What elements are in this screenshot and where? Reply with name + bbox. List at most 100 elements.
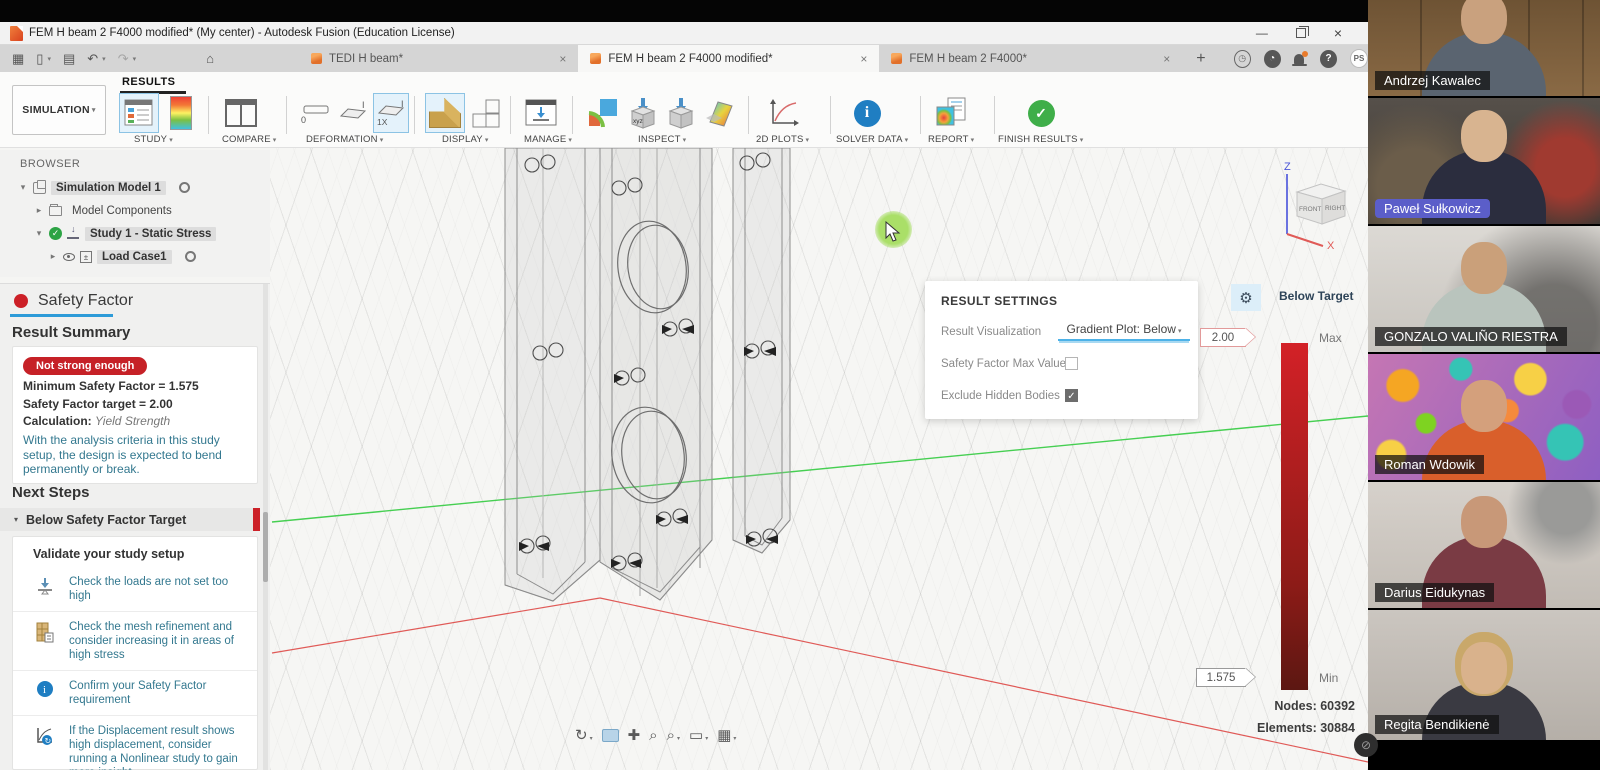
help-icon[interactable]: ? bbox=[1320, 50, 1337, 68]
next-steps-group-row[interactable]: ▾ Below Safety Factor Target bbox=[0, 508, 260, 531]
solver-data-icon[interactable]: i bbox=[848, 94, 886, 132]
inspect-label[interactable]: INSPECT bbox=[638, 134, 686, 145]
participant-tile[interactable]: Regita Bendikienė bbox=[1368, 610, 1600, 740]
inspect-probe-xyz-icon[interactable]: xyz bbox=[626, 94, 660, 132]
chevron-right-icon[interactable]: ▸ bbox=[48, 251, 58, 262]
app-grid-icon[interactable]: ▦ bbox=[12, 51, 24, 67]
step-check-mesh[interactable]: Check the mesh refinement and consider i… bbox=[13, 612, 257, 671]
legend-min-flag[interactable]: 1.575 bbox=[1196, 668, 1246, 687]
job-status-icon[interactable]: ◷ bbox=[1234, 50, 1251, 68]
browser-title: BROWSER bbox=[0, 150, 270, 176]
tree-simulation-model[interactable]: ▾ Simulation Model 1 bbox=[0, 176, 270, 199]
deformation-scale-icon[interactable]: I1X bbox=[374, 94, 408, 132]
redo-icon[interactable]: ↷ bbox=[118, 51, 136, 67]
notification-bell-icon[interactable] bbox=[1294, 54, 1304, 64]
participant-tile[interactable]: Darius Eidukynas bbox=[1368, 482, 1600, 608]
display-bodies-icon[interactable] bbox=[468, 94, 506, 132]
step-nonlinear-study[interactable]: ↻ If the Displacement result shows high … bbox=[13, 716, 257, 770]
display-settings-icon[interactable]: ▭ bbox=[689, 726, 708, 744]
ribbon-tab-results[interactable]: RESULTS bbox=[122, 76, 175, 88]
tab-tedi-h-beam[interactable]: TEDI H beam* × bbox=[299, 45, 578, 72]
viewport-canvas[interactable]: Z X FRONT RIGHT RESULT SETTINGS Result V… bbox=[270, 148, 1368, 770]
report-icon[interactable] bbox=[932, 94, 970, 132]
view-cube[interactable]: Z X FRONT RIGHT bbox=[1265, 152, 1375, 252]
panel-scrollbar[interactable] bbox=[263, 284, 268, 770]
participant-tile[interactable]: GONZALO VALIÑO RIESTRA bbox=[1368, 226, 1600, 352]
y-axis-line bbox=[272, 416, 1368, 522]
manage-label[interactable]: MANAGE bbox=[524, 134, 572, 145]
participant-tile[interactable]: Paweł Sułkowicz bbox=[1368, 98, 1600, 224]
participant-tile[interactable]: Andrzej Kawalec bbox=[1368, 0, 1600, 96]
manage-icon[interactable] bbox=[522, 94, 560, 132]
orbit-icon[interactable]: ↻ bbox=[575, 726, 593, 744]
compare-label[interactable]: COMPARE bbox=[222, 134, 276, 145]
user-avatar[interactable]: PS bbox=[1350, 49, 1368, 68]
study-label[interactable]: STUDY bbox=[134, 134, 173, 145]
legend-max-flag[interactable]: 2.00 bbox=[1200, 328, 1246, 347]
legend-gradient-icon[interactable] bbox=[162, 94, 200, 132]
display-group bbox=[426, 94, 506, 132]
undo-icon[interactable]: ↶ bbox=[87, 51, 105, 67]
meeting-widget-icon[interactable]: ⊘ bbox=[1354, 733, 1378, 757]
load-case-icon: ± bbox=[80, 251, 92, 263]
tree-model-components[interactable]: ▸ Model Components bbox=[0, 199, 270, 222]
finish-results-icon[interactable]: ✓ bbox=[1022, 94, 1060, 132]
chevron-down-icon[interactable]: ▾ bbox=[34, 228, 44, 239]
inspect-results-icon[interactable] bbox=[584, 94, 622, 132]
fit-icon[interactable]: ⌕ bbox=[667, 727, 680, 744]
severity-bar bbox=[253, 508, 260, 531]
step-confirm-requirement[interactable]: i Confirm your Safety Factor requirement bbox=[13, 671, 257, 716]
deformation-label[interactable]: DEFORMATION bbox=[306, 134, 383, 145]
new-tab-icon[interactable]: + bbox=[1196, 50, 1205, 68]
expand-arrow-icon[interactable]: ▾ bbox=[14, 515, 18, 524]
2d-plots-icon[interactable] bbox=[764, 94, 802, 132]
home-icon[interactable]: ⌂ bbox=[206, 51, 214, 66]
inspect-probe-icon[interactable] bbox=[664, 94, 698, 132]
zoom-icon[interactable]: ⌕ bbox=[649, 727, 657, 744]
display-mesh-icon[interactable] bbox=[426, 94, 464, 132]
look-at-icon[interactable] bbox=[602, 729, 619, 742]
file-menu-icon[interactable]: ▯ bbox=[36, 51, 51, 67]
compare-icon[interactable] bbox=[222, 94, 260, 132]
tree-load-case[interactable]: ▸ ± Load Case1 bbox=[0, 245, 270, 268]
chevron-right-icon[interactable]: ▸ bbox=[34, 205, 44, 216]
study-icon[interactable] bbox=[120, 94, 158, 132]
tree-study[interactable]: ▾ ✓ Study 1 - Static Stress bbox=[0, 222, 270, 245]
2d-plots-label[interactable]: 2D PLOTS bbox=[756, 134, 809, 145]
tab-close-icon[interactable]: × bbox=[559, 52, 566, 66]
close-button[interactable]: × bbox=[1334, 25, 1342, 41]
tab-close-icon[interactable]: × bbox=[1163, 52, 1170, 66]
deformation-undeformed-icon[interactable]: 0 bbox=[298, 94, 332, 132]
step-check-loads[interactable]: Check the loads are not set too high bbox=[13, 567, 257, 612]
exclude-checkbox[interactable]: ✓ bbox=[1065, 389, 1078, 402]
tab-fem-h-beam-modified[interactable]: FEM H beam 2 F4000 modified* × bbox=[578, 45, 879, 72]
finish-results-label[interactable]: FINISH RESULTS bbox=[998, 134, 1083, 145]
deformation-actual-icon[interactable]: I bbox=[336, 94, 370, 132]
scrollbar-thumb[interactable] bbox=[263, 512, 268, 582]
visibility-ring-icon[interactable] bbox=[185, 251, 196, 262]
eye-icon[interactable] bbox=[63, 253, 75, 261]
report-label[interactable]: REPORT bbox=[928, 134, 974, 145]
participant-tile[interactable]: Roman Wdowik bbox=[1368, 354, 1600, 480]
restore-button[interactable] bbox=[1296, 28, 1306, 38]
chevron-down-icon[interactable]: ▾ bbox=[18, 182, 28, 193]
grid-settings-icon[interactable]: ▦ bbox=[717, 726, 736, 744]
minimize-button[interactable]: — bbox=[1256, 26, 1268, 40]
max-value-checkbox[interactable] bbox=[1065, 357, 1078, 370]
window-title: FEM H beam 2 F4000 modified* (My center)… bbox=[29, 27, 455, 39]
tab-fem-h-beam[interactable]: FEM H beam 2 F4000* × bbox=[879, 45, 1182, 72]
visualization-dropdown[interactable]: Gradient Plot: Below bbox=[1058, 322, 1190, 341]
display-label[interactable]: DISPLAY bbox=[442, 134, 489, 145]
solver-data-label[interactable]: SOLVER DATA bbox=[836, 134, 908, 145]
pan-icon[interactable]: ✚ bbox=[628, 726, 641, 744]
history-clock-icon[interactable]: ◔ bbox=[1264, 50, 1281, 68]
tab-close-icon[interactable]: × bbox=[860, 52, 867, 66]
legend-gear-icon[interactable]: ⚙ bbox=[1231, 284, 1261, 311]
workspace-selector[interactable]: SIMULATION bbox=[12, 85, 106, 135]
visibility-ring-icon[interactable] bbox=[179, 182, 190, 193]
participant-name: Regita Bendikienė bbox=[1375, 715, 1499, 734]
inspect-slice-icon[interactable] bbox=[702, 94, 740, 132]
x-axis-label: X bbox=[1327, 240, 1335, 252]
save-icon[interactable]: ▤ bbox=[63, 51, 75, 67]
finish-results-group: ✓ bbox=[1022, 94, 1060, 132]
